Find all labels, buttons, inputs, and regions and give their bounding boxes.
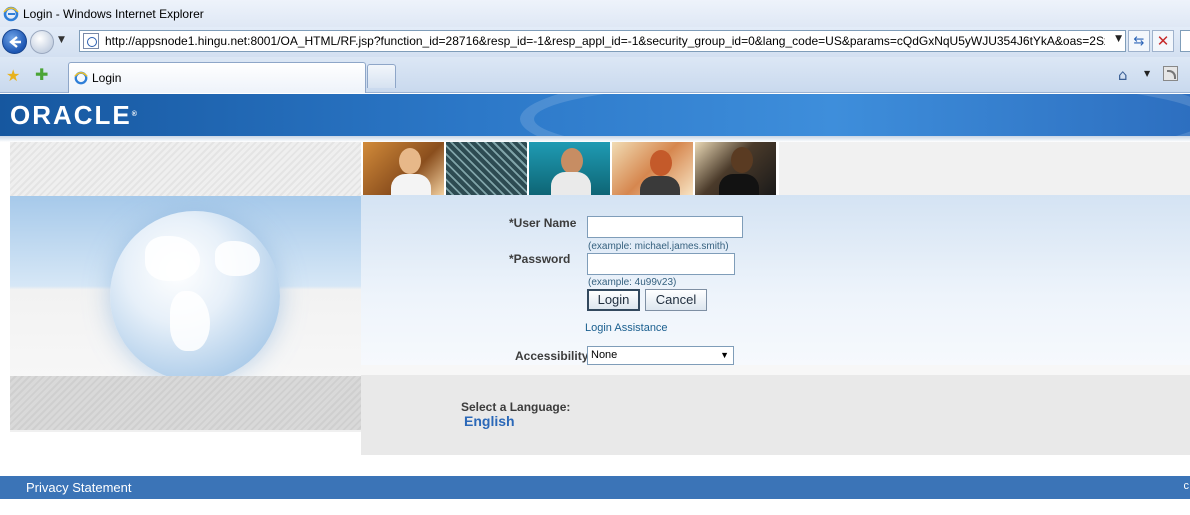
language-english-link[interactable]: English [464, 413, 515, 429]
address-row: ▼ http://appsnode1.hingu.net:8001/OA_HTM… [0, 27, 1190, 57]
continent-shape [170, 291, 210, 351]
cancel-button[interactable]: Cancel [645, 289, 707, 311]
stop-button[interactable]: ✕ [1152, 30, 1174, 52]
photo-people-meeting [363, 142, 444, 195]
stripe-top [10, 142, 361, 196]
photo-face [731, 147, 753, 173]
user-name-input[interactable] [587, 216, 743, 238]
photo-face [561, 148, 583, 174]
privacy-statement-link[interactable]: Privacy Statement [26, 480, 132, 495]
url-text[interactable]: http://appsnode1.hingu.net:8001/OA_HTML/… [105, 34, 1105, 48]
ie-tab-icon [74, 71, 88, 85]
refresh-button[interactable]: ⇆ [1128, 30, 1150, 52]
page-icon [83, 33, 99, 49]
address-dropdown-icon[interactable]: ▼ [1115, 34, 1122, 44]
search-box[interactable] [1180, 30, 1190, 52]
feeds-icon[interactable] [1163, 66, 1178, 81]
globe-area [10, 196, 361, 376]
forward-button[interactable] [30, 30, 54, 54]
photo-strip [363, 142, 779, 195]
user-name-hint: (example: michael.james.smith) [588, 241, 729, 252]
left-decor-panel [10, 142, 361, 432]
home-icon[interactable]: ⌂ [1118, 66, 1128, 84]
logo-registered-mark: ® [131, 111, 137, 118]
header-swoosh [520, 94, 1190, 136]
continent-shape [145, 236, 200, 281]
address-bar[interactable]: http://appsnode1.hingu.net:8001/OA_HTML/… [79, 30, 1126, 52]
ie-logo-icon [3, 6, 19, 21]
stripe-bottom [10, 376, 361, 430]
accessibility-selected-value: None [591, 349, 618, 361]
tab-login[interactable]: Login [68, 62, 366, 93]
home-dropdown-icon[interactable]: ▼ [1144, 69, 1150, 78]
favorites-star-icon[interactable]: ★ [6, 66, 20, 85]
accessibility-label: Accessibility [515, 349, 589, 363]
photo-tower [446, 142, 527, 195]
back-icon [8, 35, 21, 48]
copyright-text: c [1183, 480, 1190, 492]
password-hint: (example: 4u99v23) [588, 277, 677, 288]
back-button[interactable] [2, 29, 27, 54]
user-name-label: *User Name [509, 216, 577, 230]
browser-window: Login - Windows Internet Explorer ▼ http… [0, 0, 1190, 515]
footer-bar: Privacy Statement c [0, 476, 1190, 499]
refresh-icon: ⇆ [1133, 33, 1145, 49]
photo-strip-background [779, 142, 1190, 195]
tab-label: Login [92, 71, 122, 85]
continent-shape [215, 241, 260, 276]
photo-body [719, 174, 759, 195]
new-tab-button[interactable] [367, 64, 396, 88]
stop-icon: ✕ [1156, 32, 1170, 50]
photo-man-suit [695, 142, 776, 195]
title-bar: Login - Windows Internet Explorer [0, 0, 1190, 27]
logo-text: ORACLE [10, 100, 132, 130]
add-favorites-icon[interactable]: ✚ [35, 65, 48, 84]
login-assistance-link[interactable]: Login Assistance [585, 322, 668, 334]
window-title: Login - Windows Internet Explorer [23, 6, 204, 21]
login-button[interactable]: Login [587, 289, 640, 311]
oracle-logo: ORACLE® [10, 100, 137, 130]
password-input[interactable] [587, 253, 735, 275]
photo-man-laptop [529, 142, 610, 195]
photo-body [391, 174, 431, 195]
photo-body [551, 172, 591, 195]
password-label: *Password [509, 252, 571, 266]
language-area-band [361, 365, 1190, 375]
recent-pages-dropdown[interactable]: ▼ [58, 35, 65, 45]
tab-row: ★ ✚ Login ⌂ ▼ [0, 57, 1190, 93]
photo-face [399, 148, 421, 174]
photo-body [640, 176, 680, 195]
photo-woman-headset [612, 142, 693, 195]
globe-image [110, 211, 280, 376]
chevron-down-icon: ▼ [720, 350, 729, 360]
photo-face [650, 150, 672, 176]
login-form-area [361, 195, 1190, 365]
select-language-label: Select a Language: [461, 400, 571, 414]
accessibility-select[interactable]: None ▼ [587, 346, 734, 365]
oracle-header: ORACLE® [0, 94, 1190, 136]
